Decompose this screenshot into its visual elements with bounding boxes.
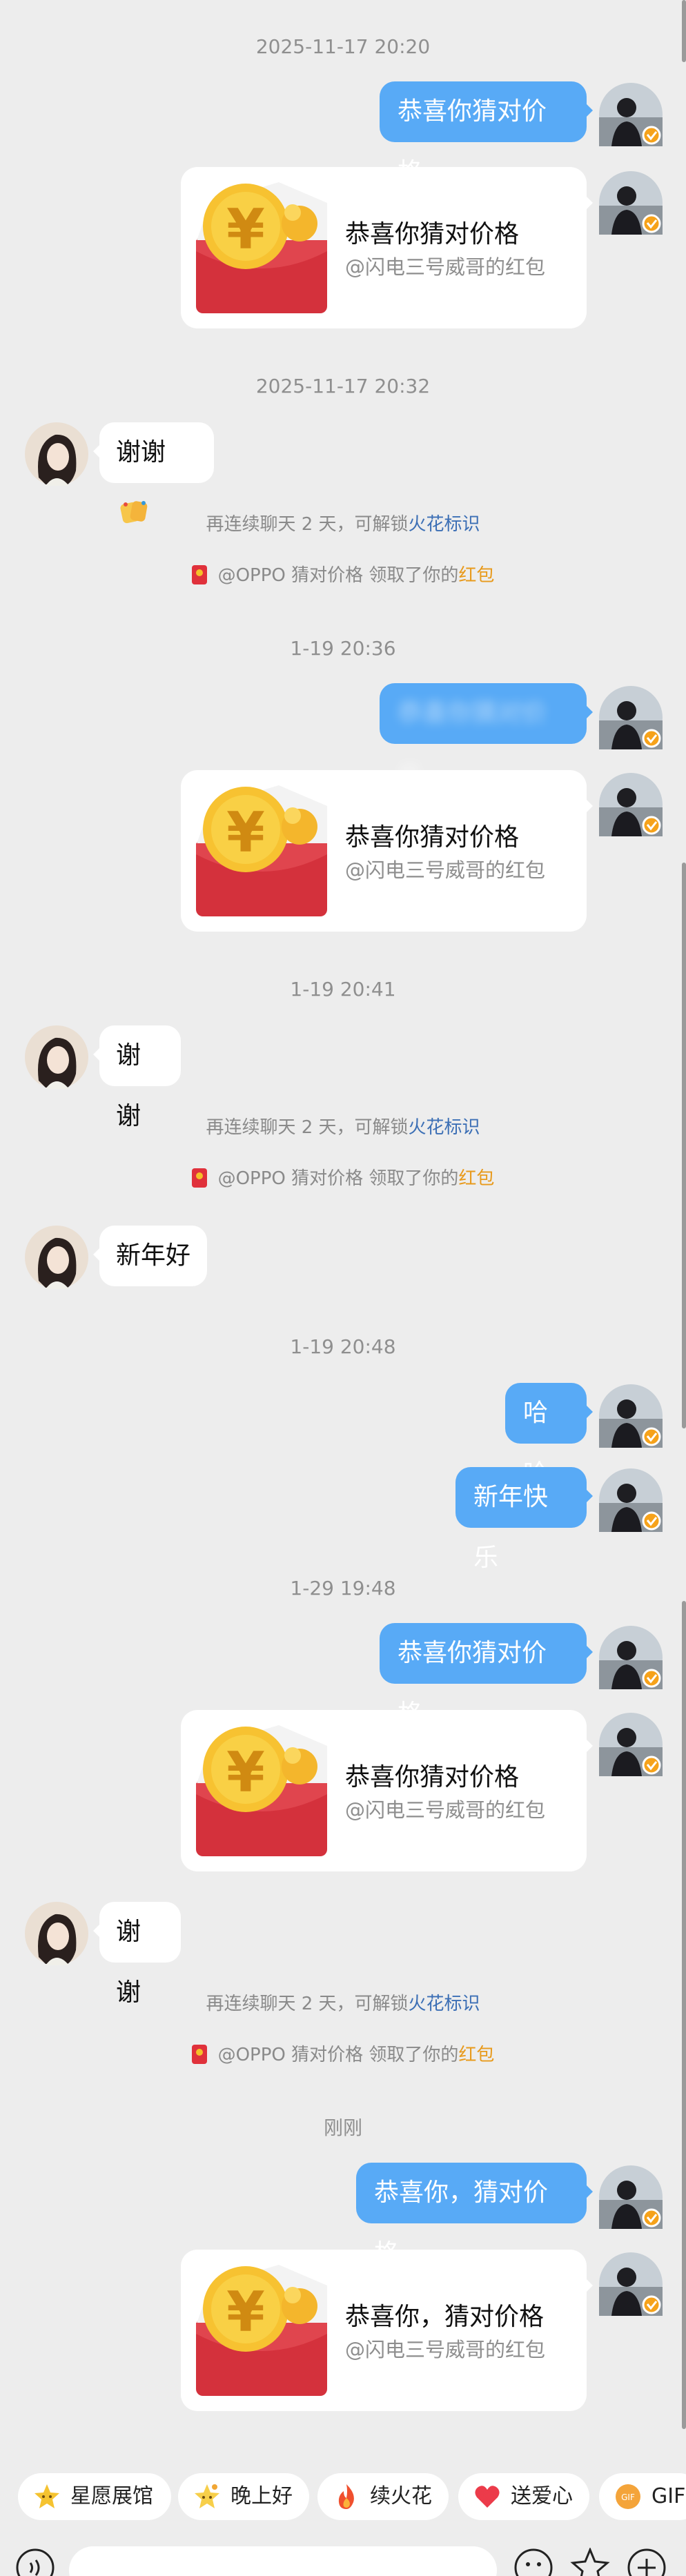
red-packet-title: 恭喜你猜对价格 <box>345 1763 520 1791</box>
timestamp: 1-19 20:36 <box>290 637 396 660</box>
timestamp: 2025-11-17 20:32 <box>255 375 431 397</box>
red-packet-link[interactable]: 红包 <box>458 2045 494 2065</box>
chip-gif[interactable]: GIF GIF <box>599 2473 686 2520</box>
received-message-bubble[interactable]: 新年好 <box>93 1226 207 1286</box>
contact-avatar[interactable] <box>25 422 88 486</box>
red-packet-icon <box>196 1725 327 1856</box>
scrollbar-thumb[interactable] <box>682 0 686 62</box>
quick-action-chips: 星愿展馆 晚上好 续火花 送爱心 GIF GIF <box>0 2470 686 2528</box>
message-text: 新年好 <box>116 1241 191 1270</box>
red-packet-small-icon <box>191 1168 207 1188</box>
my-avatar[interactable] <box>598 1711 664 1778</box>
red-packet-card[interactable]: 恭喜你猜对价格 @闪电三号威哥的红包 <box>181 167 593 328</box>
red-packet-title: 恭喜你猜对价格 <box>345 220 520 248</box>
red-packet-card[interactable]: 恭喜你，猜对价格 @闪电三号威哥的红包 <box>181 2250 593 2411</box>
notice-text: 再连续聊天 2 天，可解锁 <box>206 1117 409 1138</box>
svg-text:GIF: GIF <box>621 2493 635 2502</box>
chip-label: 续火花 <box>370 2484 432 2508</box>
red-packet-icon <box>196 182 327 313</box>
sent-message-bubble[interactable]: 新年快乐 <box>455 1467 593 1572</box>
my-avatar[interactable] <box>598 1467 664 1533</box>
my-avatar[interactable] <box>598 2251 664 2317</box>
contact-avatar[interactable] <box>25 1025 88 1089</box>
spark-unlock-notice: 再连续聊天 2 天，可解锁火花标识 <box>0 1115 686 1140</box>
red-packet-link[interactable]: 红包 <box>458 1168 494 1189</box>
chip-label: 晚上好 <box>231 2484 293 2508</box>
spark-badge-link[interactable]: 火花标识 <box>409 1994 480 2014</box>
my-avatar[interactable] <box>598 1383 664 1449</box>
voice-icon[interactable] <box>15 2548 55 2576</box>
sent-message-bubble[interactable]: 恭喜你猜对价格 <box>380 1623 593 1728</box>
red-packet-icon <box>196 2265 327 2396</box>
notice-text: 再连续聊天 2 天，可解锁 <box>206 514 409 535</box>
my-avatar[interactable] <box>598 170 664 236</box>
my-avatar[interactable] <box>598 685 664 751</box>
red-packet-card[interactable]: 恭喜你猜对价格 @闪电三号威哥的红包 <box>181 770 593 932</box>
red-packet-claimed-notice: @OPPO 猜对价格 领取了你的红包 <box>0 1166 686 1191</box>
red-packet-sender: @闪电三号威哥的红包 <box>345 1798 546 1822</box>
emoji-icon[interactable] <box>513 2548 553 2576</box>
message-input[interactable] <box>69 2546 497 2576</box>
my-avatar[interactable] <box>598 2164 664 2230</box>
received-message-bubble[interactable]: 谢谢 <box>93 1902 181 2007</box>
chip-star-gallery[interactable]: 星愿展馆 <box>18 2473 171 2520</box>
notice-text: @OPPO 猜对价格 领取了你的 <box>217 1168 459 1189</box>
red-packet-card[interactable]: 恭喜你猜对价格 @闪电三号威哥的红包 <box>181 1710 593 1871</box>
my-avatar[interactable] <box>598 1624 664 1691</box>
red-packet-small-icon <box>191 2045 207 2064</box>
received-message-bubble[interactable]: 谢谢 <box>93 422 214 524</box>
spark-badge-link[interactable]: 火花标识 <box>409 1117 480 1138</box>
red-packet-claimed-notice: @OPPO 猜对价格 领取了你的红包 <box>0 2043 686 2067</box>
red-packet-title: 恭喜你，猜对价格 <box>345 2303 545 2331</box>
timestamp: 1-19 20:48 <box>290 1335 396 1358</box>
input-bar <box>0 2539 686 2576</box>
timestamp: 刚刚 <box>323 2116 362 2139</box>
heart-icon <box>475 2486 500 2508</box>
message-text: 谢谢 <box>116 438 166 466</box>
sent-message-bubble[interactable]: 恭喜你，猜对价格 <box>356 2163 593 2268</box>
sticker-icon[interactable] <box>570 2548 610 2576</box>
chip-label: GIF <box>651 2484 686 2508</box>
contact-avatar[interactable] <box>25 1902 88 1965</box>
spark-badge-link[interactable]: 火花标识 <box>409 514 480 535</box>
red-packet-icon <box>196 785 327 916</box>
add-icon[interactable] <box>627 2548 667 2576</box>
my-avatar[interactable] <box>598 81 664 148</box>
chip-continue-spark[interactable]: 续火花 <box>317 2473 449 2520</box>
notice-text: @OPPO 猜对价格 领取了你的 <box>217 2045 459 2065</box>
timestamp: 1-29 19:48 <box>290 1577 396 1600</box>
red-packet-link[interactable]: 红包 <box>458 565 494 586</box>
spark-unlock-notice: 再连续聊天 2 天，可解锁火花标识 <box>0 512 686 537</box>
red-packet-sender: @闪电三号威哥的红包 <box>345 858 546 882</box>
my-avatar[interactable] <box>598 771 664 838</box>
star-night-icon <box>195 2484 219 2508</box>
scrollbar-thumb[interactable] <box>682 863 686 1428</box>
timestamp: 2025-11-17 20:20 <box>255 35 431 58</box>
chip-send-love[interactable]: 送爱心 <box>458 2473 589 2520</box>
sent-message-bubble[interactable]: 哈哈 <box>505 1383 593 1488</box>
chip-label: 送爱心 <box>511 2484 573 2508</box>
chip-good-evening[interactable]: 晚上好 <box>178 2473 309 2520</box>
contact-avatar[interactable] <box>25 1226 88 1289</box>
timestamp: 1-19 20:41 <box>290 978 396 1001</box>
red-packet-title: 恭喜你猜对价格 <box>345 823 520 852</box>
received-message-bubble[interactable]: 谢谢 <box>93 1025 181 1130</box>
chat-message-list[interactable]: 2025-11-17 20:20 恭喜你猜对价格 恭喜你猜对价格 @闪电三号威哥… <box>0 0 686 2470</box>
chip-label: 星愿展馆 <box>70 2484 153 2508</box>
gif-icon: GIF <box>616 2484 640 2509</box>
red-packet-small-icon <box>191 565 207 584</box>
spark-unlock-notice: 再连续聊天 2 天，可解锁火花标识 <box>0 1992 686 2016</box>
notice-text: 再连续聊天 2 天，可解锁 <box>206 1994 409 2014</box>
notice-text: @OPPO 猜对价格 领取了你的 <box>217 565 459 586</box>
red-packet-claimed-notice: @OPPO 猜对价格 领取了你的红包 <box>0 563 686 588</box>
red-packet-sender: @闪电三号威哥的红包 <box>345 255 546 279</box>
star-face-icon <box>35 2484 59 2508</box>
message-text: 新年快乐 <box>473 1483 549 1572</box>
red-packet-sender: @闪电三号威哥的红包 <box>345 2338 546 2361</box>
sent-message-bubble[interactable]: 恭喜你猜对价格 <box>380 683 593 788</box>
scrollbar-thumb[interactable] <box>682 1601 686 2429</box>
flame-icon <box>338 2484 354 2509</box>
sent-message-bubble[interactable]: 恭喜你猜对价格 <box>380 81 593 186</box>
